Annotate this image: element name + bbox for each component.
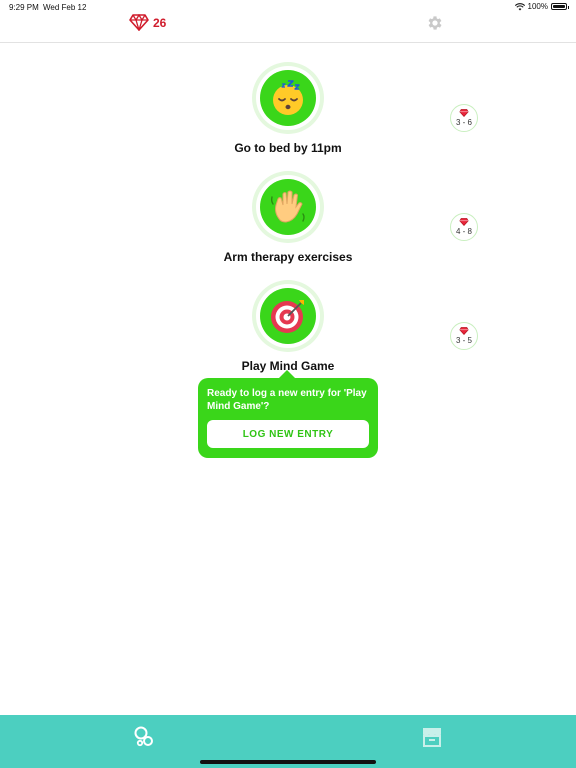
habit-icon-button[interactable] bbox=[252, 280, 324, 352]
waving-hand-icon bbox=[270, 190, 305, 223]
reward-range: 4 - 8 bbox=[455, 227, 472, 236]
gem-icon bbox=[459, 327, 469, 335]
status-time: 9:29 PM bbox=[9, 3, 39, 12]
status-bar: 9:29 PM Wed Feb 12 100% bbox=[0, 0, 576, 14]
log-new-entry-button[interactable]: LOG NEW ENTRY bbox=[207, 420, 369, 448]
header: 26 bbox=[0, 14, 576, 43]
status-date: Wed Feb 12 bbox=[43, 3, 87, 12]
settings-button[interactable] bbox=[424, 12, 446, 34]
sleeping-face-icon bbox=[273, 80, 303, 115]
tab-habits[interactable] bbox=[132, 725, 156, 749]
gear-icon bbox=[428, 16, 442, 30]
status-right: 100% bbox=[514, 2, 569, 11]
bubbles-icon bbox=[134, 726, 153, 747]
habit-item-arm-therapy: Arm therapy exercises 4 - 8 bbox=[0, 171, 576, 271]
habit-item-mind-game: Play Mind Game 3 - 5 bbox=[0, 280, 576, 380]
popover-message: Ready to log a new entry for 'Play Mind … bbox=[207, 388, 367, 412]
store-icon bbox=[423, 728, 441, 747]
reward-range: 3 - 6 bbox=[455, 118, 472, 127]
habit-title: Go to bed by 11pm bbox=[234, 141, 342, 155]
habit-title: Arm therapy exercises bbox=[223, 250, 353, 264]
gem-icon bbox=[459, 109, 469, 117]
tab-store[interactable] bbox=[420, 725, 444, 749]
battery-icon bbox=[551, 3, 569, 10]
gem-icon bbox=[459, 218, 469, 226]
battery-percentage: 100% bbox=[527, 2, 548, 11]
habit-icon-button[interactable] bbox=[252, 62, 324, 134]
home-indicator bbox=[200, 760, 376, 764]
target-icon bbox=[271, 300, 304, 333]
reward-range: 3 - 5 bbox=[455, 336, 472, 345]
reward-badge: 3 - 5 bbox=[450, 322, 478, 350]
tab-bar bbox=[0, 715, 576, 768]
gem-count: 26 bbox=[153, 15, 167, 30]
gem-icon bbox=[129, 14, 149, 31]
reward-badge: 4 - 8 bbox=[450, 213, 478, 241]
habit-item-sleep: Go to bed by 11pm 3 - 6 bbox=[0, 62, 576, 162]
log-entry-popover: Ready to log a new entry for 'Play Mind … bbox=[198, 370, 378, 458]
habit-icon-button[interactable] bbox=[252, 171, 324, 243]
popover-arrow bbox=[278, 370, 296, 379]
wifi-icon bbox=[514, 2, 525, 10]
gem-counter: 26 bbox=[129, 14, 166, 31]
reward-badge: 3 - 6 bbox=[450, 104, 478, 132]
